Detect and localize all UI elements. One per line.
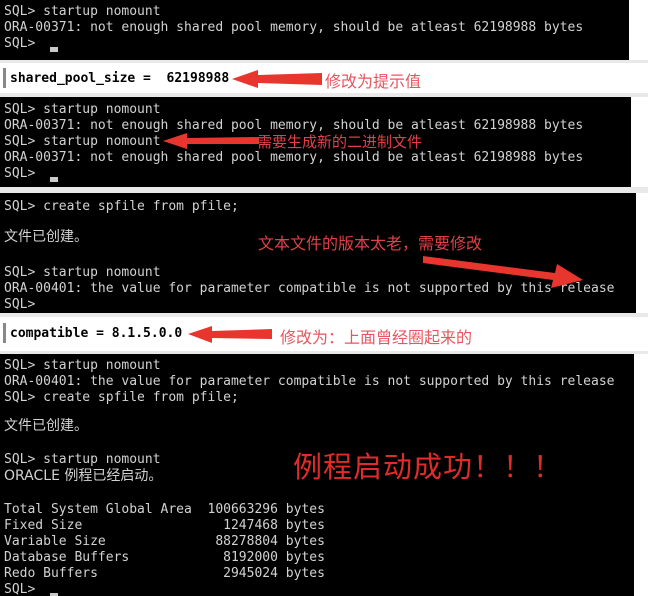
- annotation-note-1: 修改为提示值: [325, 72, 422, 91]
- annotation-note-4: 修改为：上面曾经圈起来的: [280, 328, 473, 347]
- annotation-note-3: 文本文件的版本太老，需要修改: [258, 234, 483, 253]
- terminal-line: SQL>: [4, 297, 36, 312]
- text-caret: [3, 323, 6, 343]
- terminal-line: SQL>: [4, 166, 36, 181]
- terminal-line: Fixed Size 1247468 bytes: [4, 518, 325, 533]
- terminal-line: ORA-00371: not enough shared pool memory…: [4, 150, 584, 165]
- terminal-line: SQL> startup nomount: [4, 102, 161, 117]
- annotation-arrow-left-2: [163, 133, 259, 149]
- terminal-line: ORA-00401: the value for parameter compa…: [4, 374, 615, 389]
- text-caret: [3, 68, 6, 88]
- annotation-note-2: 需要生成新的二进制文件: [257, 133, 423, 151]
- terminal-line: SQL> startup nomount: [4, 265, 161, 280]
- terminal-line: SQL> startup nomount: [4, 134, 161, 149]
- terminal-line: SQL>: [4, 36, 36, 51]
- terminal-panel-1[interactable]: SQL> startup nomount ORA-00371: not enou…: [0, 0, 629, 60]
- annotation-arrow-diagonal: [423, 256, 583, 288]
- terminal-line: SQL> create spfile from pfile;: [4, 199, 239, 214]
- terminal-line: ORACLE 例程已经启动。: [4, 468, 163, 484]
- terminal-line: 文件已创建。: [4, 418, 88, 434]
- terminal-line: SQL> startup nomount: [4, 4, 161, 19]
- terminal-cursor: [50, 47, 58, 52]
- terminal-line: ORA-00371: not enough shared pool memory…: [4, 20, 584, 35]
- terminal-line: Database Buffers 8192000 bytes: [4, 550, 325, 565]
- editor-text-shared-pool-size: shared_pool_size = 62198988: [10, 71, 230, 86]
- terminal-line: 文件已创建。: [4, 229, 88, 245]
- annotation-arrow-left-1: [232, 70, 322, 88]
- annotation-success-message: 例程启动成功！！！: [293, 450, 564, 484]
- terminal-line: Total System Global Area 100663296 bytes: [4, 502, 325, 517]
- terminal-line: SQL> startup nomount: [4, 452, 161, 467]
- terminal-line: SQL> create spfile from pfile;: [4, 390, 239, 405]
- screenshot-root: SQL> startup nomount ORA-00371: not enou…: [0, 0, 648, 596]
- terminal-line: Redo Buffers 2945024 bytes: [4, 566, 325, 581]
- terminal-line: SQL>: [4, 582, 36, 596]
- terminal-line: SQL> startup nomount: [4, 358, 161, 373]
- annotation-arrow-left-3: [188, 326, 272, 343]
- editor-text-compatible: compatible = 8.1.5.0.0: [10, 326, 183, 341]
- terminal-cursor: [50, 177, 58, 182]
- terminal-line: Variable Size 88278804 bytes: [4, 534, 325, 549]
